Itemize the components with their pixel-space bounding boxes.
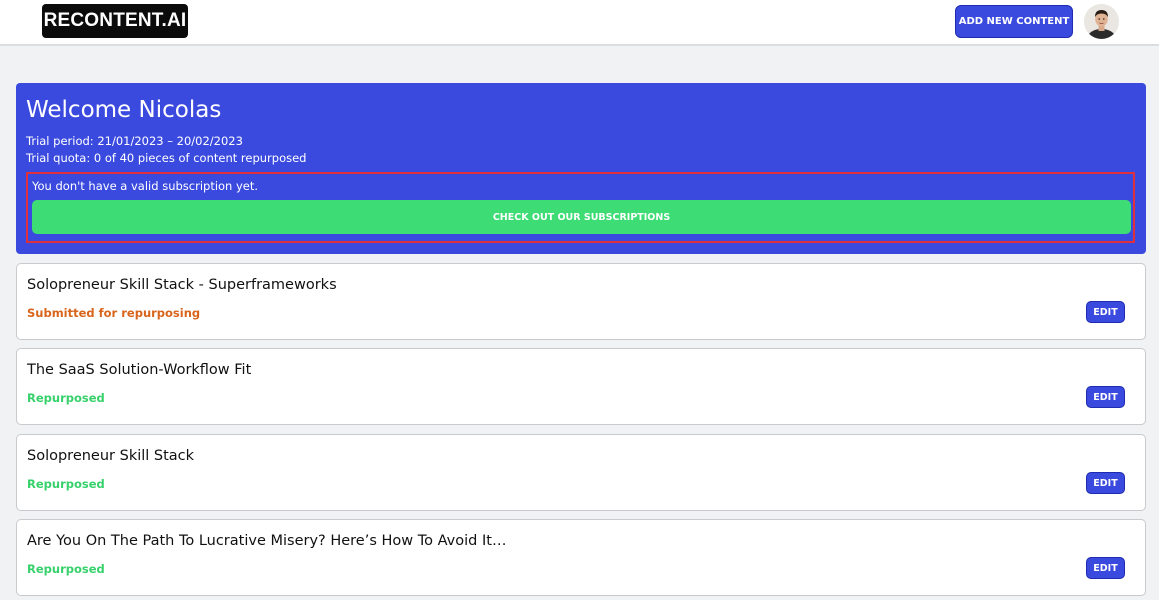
- content-card: Are You On The Path To Lucrative Misery?…: [16, 519, 1146, 596]
- content-status: Repurposed: [27, 562, 105, 576]
- check-subscriptions-button[interactable]: CHECK OUT OUR SUBSCRIPTIONS: [32, 200, 1131, 234]
- content-card: Solopreneur Skill Stack - Superframework…: [16, 263, 1146, 340]
- content-title: Solopreneur Skill Stack - Superframework…: [27, 277, 337, 293]
- logo[interactable]: RECONTENT.AI: [42, 4, 188, 38]
- content-title: Are You On The Path To Lucrative Misery?…: [27, 533, 507, 549]
- user-avatar-icon: [1084, 4, 1119, 39]
- content-card: The SaaS Solution-Workflow Fit Repurpose…: [16, 348, 1146, 425]
- content-title: The SaaS Solution-Workflow Fit: [27, 362, 252, 378]
- trial-quota: Trial quota: 0 of 40 pieces of content r…: [26, 151, 307, 165]
- content-status: Repurposed: [27, 391, 105, 405]
- content-status: Repurposed: [27, 477, 105, 491]
- edit-button[interactable]: EDIT: [1086, 557, 1125, 579]
- content-card: Solopreneur Skill Stack Repurposed EDIT: [16, 434, 1146, 511]
- subscription-notice: You don't have a valid subscription yet.…: [26, 172, 1135, 243]
- trial-period: Trial period: 21/01/2023 – 20/02/2023: [26, 134, 243, 148]
- edit-button[interactable]: EDIT: [1086, 386, 1125, 408]
- subscription-notice-text: You don't have a valid subscription yet.: [32, 179, 259, 193]
- edit-button[interactable]: EDIT: [1086, 301, 1125, 323]
- add-new-content-button[interactable]: ADD NEW CONTENT: [955, 5, 1073, 38]
- welcome-title: Welcome Nicolas: [26, 97, 222, 123]
- content-title: Solopreneur Skill Stack: [27, 448, 195, 464]
- content-status: Submitted for repurposing: [27, 306, 201, 320]
- top-bar: RECONTENT.AI ADD NEW CONTENT: [0, 0, 1159, 46]
- edit-button[interactable]: EDIT: [1086, 472, 1125, 494]
- avatar[interactable]: [1084, 4, 1119, 39]
- welcome-panel: Welcome Nicolas Trial period: 21/01/2023…: [16, 83, 1146, 254]
